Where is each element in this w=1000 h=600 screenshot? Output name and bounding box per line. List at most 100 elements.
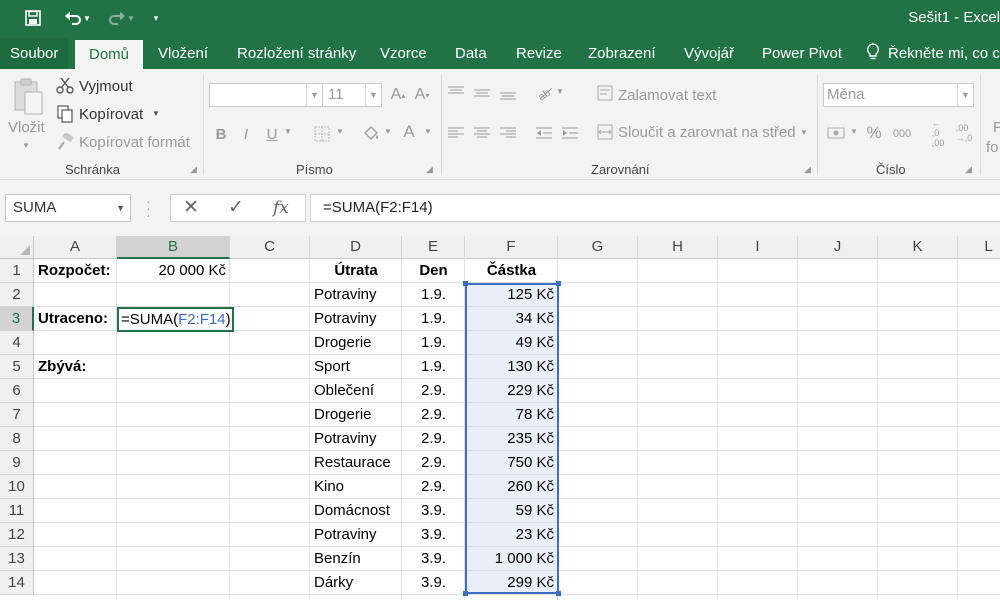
table-cell-expense[interactable]: Drogerie	[310, 403, 402, 427]
merge-center-button[interactable]: Sloučit a zarovnat na střed	[618, 124, 796, 141]
fill-color-icon[interactable]	[360, 123, 382, 145]
table-cell-amount[interactable]: 1 000 Kč	[465, 547, 558, 571]
table-cell-amount[interactable]: 78 Kč	[465, 403, 558, 427]
number-format-select[interactable]: Měna ▼	[823, 83, 974, 107]
name-box[interactable]: SUMA ▼	[5, 194, 131, 222]
align-center-icon[interactable]	[472, 123, 492, 143]
tab-soubor[interactable]: Soubor	[0, 38, 69, 69]
column-header-d[interactable]: D	[310, 236, 402, 259]
table-cell-expense[interactable]: Potraviny	[310, 307, 402, 331]
column-header-e[interactable]: E	[402, 236, 465, 259]
align-middle-icon[interactable]	[472, 83, 492, 103]
select-all-button[interactable]	[0, 236, 34, 259]
table-cell-day[interactable]: 2.9.	[402, 475, 465, 499]
copy-button[interactable]: Kopírovat	[79, 106, 143, 123]
row-header-9[interactable]: 9	[0, 451, 34, 475]
decrease-indent-icon[interactable]	[534, 123, 554, 143]
undo-dropdown-icon[interactable]: ▼	[80, 6, 94, 30]
table-cell-expense[interactable]: Domácnost	[310, 499, 402, 523]
table-header-amount[interactable]: Částka	[465, 259, 558, 283]
row-header-1[interactable]: 1	[0, 259, 34, 283]
table-cell-day[interactable]: 2.9.	[402, 451, 465, 475]
tell-me-input[interactable]: Řekněte mi, co ch	[888, 38, 1000, 69]
cell-a5-remaining-label[interactable]: Zbývá:	[34, 355, 117, 379]
cell-a3-spent-label[interactable]: Utraceno:	[34, 307, 117, 331]
wrap-text-button[interactable]: Zalamovat text	[618, 87, 716, 104]
borders-icon[interactable]	[312, 123, 332, 145]
orientation-icon[interactable]: ab	[534, 83, 556, 103]
paste-dropdown-icon[interactable]: ▼	[22, 141, 30, 150]
table-cell-expense[interactable]: Potraviny	[310, 283, 402, 307]
bold-icon[interactable]: B	[211, 123, 231, 145]
table-cell-expense[interactable]: Drogerie	[310, 331, 402, 355]
row-header-14[interactable]: 14	[0, 571, 34, 595]
table-cell-amount[interactable]: 130 Kč	[465, 355, 558, 379]
table-cell-amount[interactable]: 235 Kč	[465, 427, 558, 451]
font-launcher-icon[interactable]: ◢	[426, 164, 433, 175]
column-header-l[interactable]: L	[958, 236, 1000, 259]
cell-b1-budget-value[interactable]: 20 000 Kč	[117, 259, 230, 283]
insert-function-icon[interactable]: fx	[273, 195, 289, 221]
table-cell-expense[interactable]: Benzín	[310, 547, 402, 571]
formula-input[interactable]: =SUMA(F2:F14)	[310, 194, 1000, 222]
decrease-decimal-icon[interactable]: ,00 →,0	[954, 121, 974, 145]
paste-button[interactable]: Vložit	[8, 119, 45, 136]
font-name-dropdown-icon[interactable]: ▼	[306, 84, 322, 106]
thousands-separator-icon[interactable]: 000	[890, 124, 914, 144]
borders-dropdown-icon[interactable]: ▼	[336, 127, 344, 136]
table-cell-day[interactable]: 2.9.	[402, 427, 465, 451]
align-left-icon[interactable]	[446, 123, 466, 143]
table-cell-day[interactable]: 1.9.	[402, 355, 465, 379]
align-bottom-icon[interactable]	[498, 83, 518, 103]
italic-icon[interactable]: I	[236, 123, 256, 145]
merge-dropdown-icon[interactable]: ▼	[800, 128, 808, 137]
number-launcher-icon[interactable]: ◢	[965, 164, 972, 175]
table-cell-expense[interactable]: Dárky	[310, 571, 402, 595]
formula-bar-grip-icon[interactable]: · · ·	[146, 194, 151, 222]
column-header-h[interactable]: H	[638, 236, 718, 259]
table-cell-day[interactable]: 3.9.	[402, 571, 465, 595]
row-header-3[interactable]: 3	[0, 307, 34, 331]
column-header-g[interactable]: G	[558, 236, 638, 259]
font-color-icon[interactable]: A	[400, 121, 418, 143]
currency-dropdown-icon[interactable]: ▼	[850, 127, 858, 136]
table-cell-day[interactable]: 3.9.	[402, 547, 465, 571]
paste-icon[interactable]	[10, 77, 46, 117]
table-cell-amount[interactable]: 59 Kč	[465, 499, 558, 523]
table-cell-day[interactable]: 2.9.	[402, 403, 465, 427]
format-painter-button[interactable]: Kopírovat formát	[79, 134, 190, 151]
table-cell-amount[interactable]: 125 Kč	[465, 283, 558, 307]
active-cell-editor[interactable]: =SUMA(F2:F14)	[117, 307, 234, 332]
table-cell-day[interactable]: 1.9.	[402, 283, 465, 307]
font-name-input[interactable]: ▼	[209, 83, 323, 107]
column-header-j[interactable]: J	[798, 236, 878, 259]
tab-data[interactable]: Data	[455, 38, 487, 69]
row-header-12[interactable]: 12	[0, 523, 34, 547]
name-box-dropdown-icon[interactable]: ▼	[116, 195, 125, 221]
tab-domu[interactable]: Domů	[75, 40, 144, 69]
table-cell-expense[interactable]: Sport	[310, 355, 402, 379]
table-cell-expense[interactable]: Oblečení	[310, 379, 402, 403]
table-cell-day[interactable]: 1.9.	[402, 307, 465, 331]
align-right-icon[interactable]	[498, 123, 518, 143]
table-header-expense[interactable]: Útrata	[310, 259, 402, 283]
font-size-input[interactable]: 11 ▼	[322, 83, 382, 107]
table-cell-expense[interactable]: Kino	[310, 475, 402, 499]
column-header-b[interactable]: B	[117, 236, 230, 259]
styles-partial-label-bottom[interactable]: fo	[986, 139, 999, 156]
tab-vyvojar[interactable]: Vývojář	[684, 38, 734, 69]
row-header-10[interactable]: 10	[0, 475, 34, 499]
increase-decimal-icon[interactable]: ← ,0,00	[928, 118, 948, 148]
fill-color-dropdown-icon[interactable]: ▼	[384, 127, 392, 136]
table-cell-day[interactable]: 3.9.	[402, 499, 465, 523]
column-header-f[interactable]: F	[465, 236, 558, 259]
cancel-icon[interactable]: ✕	[183, 195, 199, 221]
table-cell-amount[interactable]: 260 Kč	[465, 475, 558, 499]
save-icon[interactable]	[20, 6, 46, 30]
number-format-dropdown-icon[interactable]: ▼	[957, 84, 973, 106]
tab-revize[interactable]: Revize	[516, 38, 562, 69]
increase-font-icon[interactable]: A ▴	[388, 85, 408, 105]
tab-zobrazeni[interactable]: Zobrazení	[588, 38, 656, 69]
align-top-icon[interactable]	[446, 83, 466, 103]
table-cell-amount[interactable]: 34 Kč	[465, 307, 558, 331]
